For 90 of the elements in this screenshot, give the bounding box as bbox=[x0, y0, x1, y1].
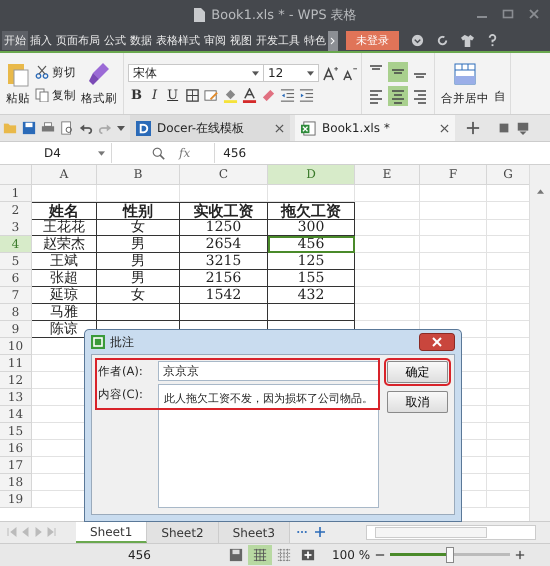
function-button[interactable]: fx bbox=[173, 145, 196, 161]
table-cell: 姓名 bbox=[32, 202, 97, 220]
merge-center-button[interactable]: 合并居中 bbox=[439, 59, 491, 108]
sheet-tab[interactable]: Sheet2 bbox=[147, 522, 219, 543]
menu-tab[interactable]: 视图 bbox=[228, 31, 254, 50]
dialog-title: 批注 bbox=[110, 334, 135, 350]
table-cell: 男 bbox=[97, 253, 180, 270]
row-header[interactable]: 19 bbox=[0, 491, 32, 508]
row-header[interactable]: 4 bbox=[0, 236, 32, 253]
row-header[interactable]: 8 bbox=[0, 304, 32, 321]
row-header[interactable]: 18 bbox=[0, 474, 32, 491]
row-header[interactable]: 1 bbox=[0, 185, 32, 202]
window-title: Book1.xls * - WPS 表格 bbox=[211, 7, 357, 24]
paste-button[interactable]: 粘贴 bbox=[4, 59, 32, 108]
bold-button[interactable]: B bbox=[128, 88, 145, 103]
column-header[interactable]: E bbox=[355, 165, 420, 185]
table-cell: 王斌 bbox=[32, 253, 97, 270]
table-cell: 125 bbox=[268, 253, 355, 270]
content-field[interactable]: 此人拖欠工资不发，因为损坏了公司物品。 bbox=[158, 384, 379, 508]
table-cell: 王花花 bbox=[32, 219, 97, 236]
column-header[interactable]: B bbox=[97, 165, 180, 185]
table-cell: 男 bbox=[97, 236, 180, 253]
table-cell: 实收工资 bbox=[180, 202, 268, 220]
menu-tab[interactable]: 审阅 bbox=[202, 31, 228, 50]
menu-tab[interactable]: 开发工具 bbox=[254, 31, 302, 50]
table-cell: 300 bbox=[268, 219, 355, 236]
copy-button[interactable]: 复制 bbox=[35, 88, 76, 102]
sheet-tab[interactable]: Sheet3 bbox=[218, 522, 290, 543]
row-header[interactable]: 15 bbox=[0, 423, 32, 440]
row-header[interactable]: 9 bbox=[0, 321, 32, 338]
row-header[interactable]: 10 bbox=[0, 338, 32, 355]
row-header[interactable]: 14 bbox=[0, 406, 32, 423]
menu-tab[interactable]: 开始 bbox=[2, 31, 28, 50]
menu-tab[interactable]: 表格样式 bbox=[154, 31, 202, 50]
table-cell: 456 bbox=[268, 236, 355, 253]
table-cell: 2156 bbox=[180, 270, 268, 287]
table-cell: 1250 bbox=[180, 219, 268, 236]
column-header[interactable]: F bbox=[420, 165, 487, 185]
table-cell: 张超 bbox=[32, 270, 97, 287]
menu-tab[interactable]: 页面布局 bbox=[54, 31, 102, 50]
row-header[interactable]: 5 bbox=[0, 253, 32, 270]
table-cell: 1542 bbox=[180, 287, 268, 304]
column-header[interactable]: C bbox=[180, 165, 268, 185]
row-header[interactable]: 12 bbox=[0, 372, 32, 389]
status-value: 456 bbox=[128, 548, 152, 562]
cancel-button[interactable]: 取消 bbox=[387, 391, 448, 413]
author-label: 作者(A): bbox=[98, 363, 144, 380]
table-cell: 女 bbox=[97, 219, 180, 236]
ribbon-label: 自 bbox=[494, 89, 506, 104]
menu-tab[interactable]: 公式 bbox=[102, 31, 128, 50]
ok-button[interactable]: 确定 bbox=[387, 361, 448, 383]
table-cell: 2654 bbox=[180, 236, 268, 253]
row-header[interactable]: 2 bbox=[0, 202, 32, 220]
document-tab[interactable]: Docer-在线模板 bbox=[130, 115, 290, 141]
cut-button[interactable]: 剪切 bbox=[35, 64, 76, 80]
italic-button[interactable]: I bbox=[149, 88, 160, 103]
table-cell: 赵荣杰 bbox=[32, 236, 97, 253]
column-header[interactable]: A bbox=[32, 165, 97, 185]
table-cell: 女 bbox=[97, 287, 180, 304]
author-field[interactable]: 京京京 bbox=[158, 361, 379, 381]
underline-button[interactable]: U bbox=[164, 88, 182, 103]
row-header[interactable]: 17 bbox=[0, 457, 32, 474]
row-header[interactable]: 11 bbox=[0, 355, 32, 372]
zoom-level: 100 % bbox=[332, 548, 370, 562]
table-cell: 性别 bbox=[97, 202, 180, 220]
document-tab[interactable]: Book1.xls * bbox=[295, 115, 455, 141]
format-painter-button[interactable]: 格式刷 bbox=[79, 59, 119, 108]
content-label: 内容(C): bbox=[98, 386, 144, 403]
table-cell: 拖欠工资 bbox=[268, 202, 355, 220]
name-box[interactable]: D4 bbox=[0, 143, 112, 163]
table-cell: 155 bbox=[268, 270, 355, 287]
table-cell: 3215 bbox=[180, 253, 268, 270]
table-cell: 马雅 bbox=[32, 304, 97, 321]
row-header[interactable]: 3 bbox=[0, 219, 32, 236]
menu-tab[interactable]: 特色 bbox=[302, 31, 328, 50]
table-cell: 延琼 bbox=[32, 287, 97, 304]
menu-tab[interactable]: 数据 bbox=[128, 31, 154, 50]
menu-tab[interactable]: 插入 bbox=[28, 31, 54, 50]
table-cell: 432 bbox=[268, 287, 355, 304]
row-header[interactable]: 6 bbox=[0, 270, 32, 287]
row-header[interactable]: 13 bbox=[0, 389, 32, 406]
font-dropdown[interactable]: 宋体 bbox=[128, 64, 264, 82]
row-header[interactable]: 7 bbox=[0, 287, 32, 304]
formula-field[interactable]: 456 bbox=[214, 143, 550, 163]
table-cell: 男 bbox=[97, 270, 180, 287]
column-header[interactable]: D bbox=[268, 165, 355, 185]
sheet-tab[interactable]: Sheet1 bbox=[76, 522, 148, 543]
row-header[interactable]: 16 bbox=[0, 440, 32, 457]
font-size-dropdown[interactable]: 12 bbox=[263, 64, 319, 82]
column-header[interactable]: G bbox=[487, 165, 530, 185]
